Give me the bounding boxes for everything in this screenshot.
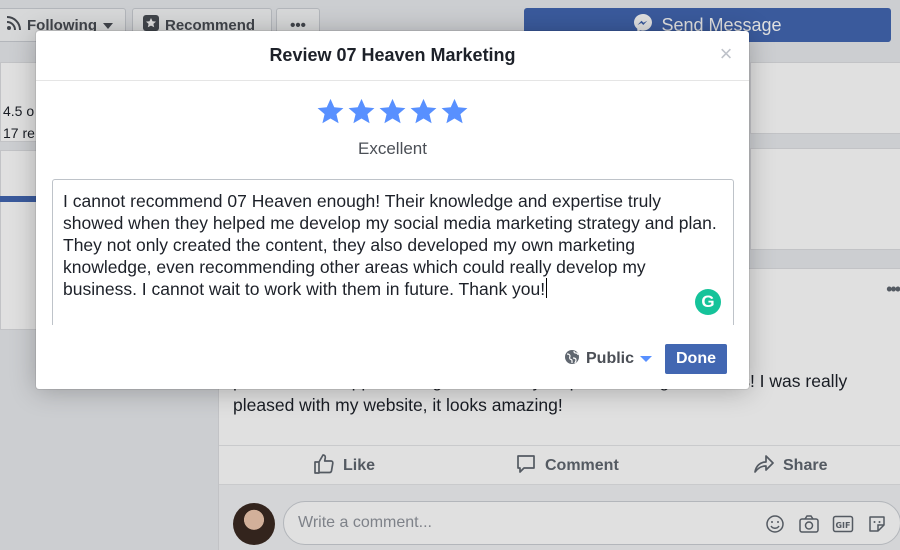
text-cursor xyxy=(546,278,548,298)
rating-average-text: 4.5 o xyxy=(3,103,35,119)
star-rating xyxy=(36,97,749,126)
done-button[interactable]: Done xyxy=(665,344,727,374)
right-card-middle xyxy=(750,148,900,250)
like-label: Like xyxy=(343,457,376,474)
camera-icon[interactable] xyxy=(798,513,820,535)
star-icon[interactable] xyxy=(378,97,407,126)
audience-selector[interactable]: Public xyxy=(564,344,653,374)
review-text: I cannot recommend 07 Heaven enough! The… xyxy=(63,191,717,299)
thumbs-up-icon xyxy=(313,453,335,480)
rating-label: Excellent xyxy=(358,139,427,158)
star-icon[interactable] xyxy=(316,97,345,126)
emoji-icon[interactable] xyxy=(764,513,786,535)
comment-composer: Write a comment... GIF xyxy=(219,485,900,550)
dialog-title: Review 07 Heaven Marketing xyxy=(269,45,516,65)
review-textarea[interactable]: I cannot recommend 07 Heaven enough! The… xyxy=(52,179,734,325)
close-icon[interactable]: × xyxy=(717,43,735,65)
user-avatar xyxy=(233,503,275,545)
review-dialog: Review 07 Heaven Marketing × Excellent I… xyxy=(36,31,749,389)
comment-input[interactable]: Write a comment... GIF xyxy=(283,501,900,545)
star-icon[interactable] xyxy=(409,97,438,126)
svg-text:GIF: GIF xyxy=(835,521,850,530)
share-button[interactable]: Share xyxy=(753,446,827,486)
audience-label: Public xyxy=(586,350,635,367)
dialog-header: Review 07 Heaven Marketing xyxy=(36,31,749,81)
like-button[interactable]: Like xyxy=(313,446,375,486)
comment-button[interactable]: Comment xyxy=(515,446,619,486)
star-icon[interactable] xyxy=(347,97,376,126)
caret-down-icon xyxy=(640,350,653,368)
sticker-icon[interactable] xyxy=(866,513,888,535)
gif-icon[interactable]: GIF xyxy=(832,513,854,535)
share-arrow-icon xyxy=(753,453,775,480)
grammarly-icon[interactable]: G xyxy=(695,289,721,315)
comment-bubble-icon xyxy=(515,453,537,480)
right-card-top xyxy=(750,62,900,134)
comment-attachment-icons: GIF xyxy=(764,502,888,546)
rating-progress-bar xyxy=(0,196,36,202)
rating-count-text: 17 re xyxy=(3,125,35,141)
post-options-icon[interactable]: ••• xyxy=(886,279,900,300)
comment-placeholder: Write a comment... xyxy=(298,514,432,531)
share-label: Share xyxy=(783,457,828,474)
star-icon[interactable] xyxy=(440,97,469,126)
comment-label: Comment xyxy=(545,457,619,474)
post-actions: Like Comment Share xyxy=(219,445,900,485)
rss-icon xyxy=(6,16,21,34)
globe-icon xyxy=(564,349,580,370)
